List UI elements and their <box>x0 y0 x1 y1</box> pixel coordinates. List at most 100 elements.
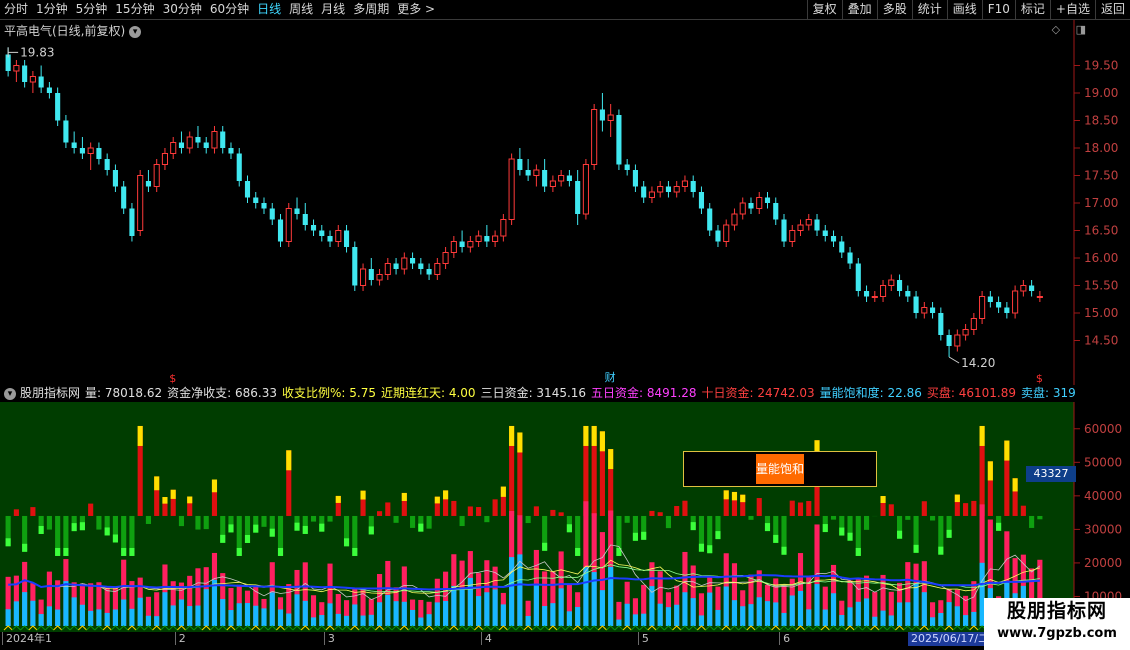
period-tab[interactable]: 周线 <box>285 0 317 20</box>
candle-body <box>690 181 696 192</box>
sell-volume-bar <box>38 614 44 626</box>
period-tab[interactable]: 15分钟 <box>111 0 158 20</box>
toolbar-button[interactable]: +自选 <box>1049 0 1095 20</box>
sell-volume-bar <box>913 583 919 626</box>
sell-volume-bar <box>905 602 911 626</box>
outflow-peak <box>352 547 358 556</box>
watermark-title: 股朋指标网 <box>1006 600 1107 622</box>
candle-body <box>839 241 845 253</box>
sell-volume-bar <box>310 617 317 626</box>
volume-indicator-chart[interactable]: 600005000040000300002000010000 <box>0 402 1130 632</box>
period-tab[interactable]: 分时 <box>0 0 32 20</box>
sell-volume-bar <box>954 606 960 626</box>
sell-volume-bar <box>286 613 292 626</box>
inflow-peak <box>162 497 168 504</box>
outflow-peak <box>253 524 259 533</box>
outflow-peak <box>269 528 275 537</box>
toolbar-button[interactable]: F10 <box>981 0 1015 20</box>
outflow-bar <box>863 515 870 530</box>
price-tick-label: 19.00 <box>1084 86 1118 100</box>
candle-body <box>533 169 540 176</box>
toolbar-button[interactable]: 统计 <box>911 0 947 20</box>
sell-volume-bar <box>319 615 325 626</box>
candle-body <box>781 219 787 242</box>
outflow-peak <box>22 543 28 552</box>
month-label: 6 <box>779 632 790 645</box>
candle-body <box>203 142 209 148</box>
outflow-peak <box>71 523 77 532</box>
candle-body <box>657 186 664 193</box>
sell-volume-bar <box>203 589 209 626</box>
candle-body <box>591 109 598 165</box>
candle-body <box>814 219 820 231</box>
period-tab[interactable]: 60分钟 <box>206 0 253 20</box>
sell-volume-bar <box>228 610 234 626</box>
sell-volume-bar <box>484 592 490 626</box>
price-tick-label: 15.50 <box>1084 279 1118 293</box>
sell-volume-bar <box>22 592 28 626</box>
sell-volume-bar <box>608 566 614 626</box>
sell-volume-bar <box>451 585 457 626</box>
outflow-peak <box>63 547 69 556</box>
price-chart[interactable]: 19.50 19.00 18.50 18.00 17.50 17.00 16.50 16.00… <box>0 20 1130 385</box>
candle-body <box>393 263 399 269</box>
candle-body <box>153 164 160 187</box>
period-tab[interactable]: 1分钟 <box>32 0 72 20</box>
candle-body <box>879 285 887 297</box>
outflow-peak <box>822 524 828 533</box>
candle-body <box>426 269 432 275</box>
period-tab[interactable]: 日线 <box>253 0 285 20</box>
indicator-name: 股朋指标网 <box>20 386 81 400</box>
toolbar-button[interactable]: 多股 <box>876 0 912 20</box>
toolbar-button[interactable]: 复权 <box>806 0 842 20</box>
period-tab[interactable]: 多周期 <box>349 0 393 20</box>
sell-volume-bar <box>500 604 506 626</box>
candle-body <box>450 241 457 253</box>
period-tab[interactable]: 30分钟 <box>159 0 206 20</box>
candle-body <box>996 302 1002 308</box>
outflow-peak <box>855 547 861 556</box>
toolbar-button[interactable]: 标记 <box>1014 0 1050 20</box>
outflow-peak <box>764 523 771 532</box>
candle-body <box>228 148 234 154</box>
candle-body <box>921 307 928 314</box>
candle-body <box>748 203 754 209</box>
toolbar-button[interactable]: 画线 <box>946 0 982 20</box>
outflow-peak <box>302 525 308 534</box>
sell-volume-bar <box>418 617 424 626</box>
sell-volume-bar <box>657 603 663 626</box>
candle-body <box>979 296 986 319</box>
candle-body <box>277 219 284 242</box>
sell-volume-bar <box>863 598 870 626</box>
candle-body <box>599 109 605 121</box>
toolbar-button[interactable]: 返回 <box>1094 0 1130 20</box>
sell-volume-bar <box>533 583 539 626</box>
sell-volume-bar <box>756 597 762 626</box>
candle-body <box>401 257 408 270</box>
toolbar-button[interactable]: 叠加 <box>841 0 877 20</box>
chevron-down-icon[interactable]: ▾ <box>4 388 16 400</box>
volume-tick-label: 20000 <box>1084 556 1122 570</box>
outflow-bar <box>830 515 837 520</box>
inflow-peak <box>360 490 366 500</box>
candle-body <box>418 263 424 269</box>
watermark-logo: 股朋指标网 www.7gpzb.com <box>984 598 1130 650</box>
sell-volume-bar <box>154 616 160 626</box>
indicator-value: 十日资金: 24742.03 <box>701 386 815 400</box>
inflow-bar <box>963 503 969 516</box>
outflow-peak <box>839 527 845 536</box>
sell-volume-bar <box>773 602 779 626</box>
month-label: 2 <box>174 632 186 645</box>
period-tab[interactable]: 5分钟 <box>72 0 112 20</box>
period-tab[interactable]: 更多 > <box>393 0 439 20</box>
inflow-peak <box>286 450 292 471</box>
sell-volume-bar <box>343 615 350 626</box>
period-tab[interactable]: 月线 <box>317 0 349 20</box>
sell-volume-bar <box>797 590 804 626</box>
outflow-peak <box>707 545 713 554</box>
sell-volume-bar <box>599 590 605 626</box>
sell-volume-bar <box>294 594 300 626</box>
outflow-bar <box>484 515 490 523</box>
sell-volume-bar <box>641 613 647 626</box>
sell-volume-bar <box>558 588 564 626</box>
